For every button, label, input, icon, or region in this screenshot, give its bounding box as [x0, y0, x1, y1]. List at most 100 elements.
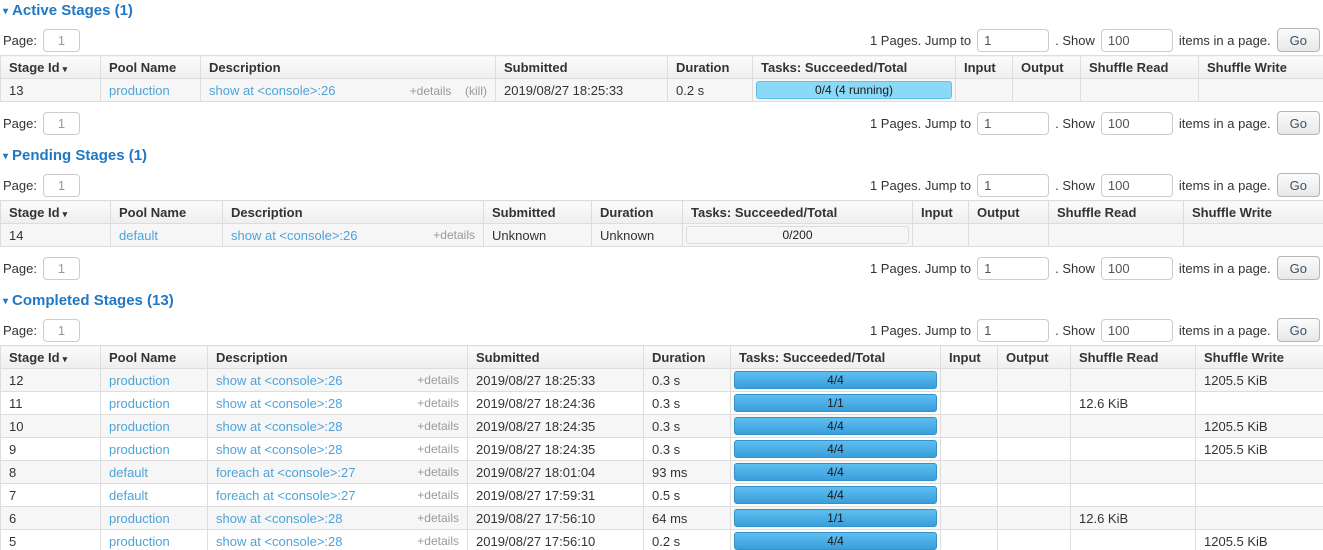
column-header-shuffle-write[interactable]: Shuffle Write: [1184, 201, 1323, 224]
pool-name-link[interactable]: production: [109, 511, 170, 526]
description-cell: show at <console>:28 +details: [208, 507, 468, 530]
stage-description-link[interactable]: show at <console>:26: [209, 83, 335, 98]
column-header-submitted[interactable]: Submitted: [468, 346, 644, 369]
jump-to-input[interactable]: [977, 29, 1049, 52]
column-header-output[interactable]: Output: [1013, 56, 1081, 79]
pages-count-text: 1 Pages. Jump to: [870, 33, 971, 48]
stage-description-link[interactable]: foreach at <console>:27: [216, 488, 356, 503]
stage-description-link[interactable]: show at <console>:28: [216, 442, 342, 457]
column-header-pool-name[interactable]: Pool Name: [101, 56, 201, 79]
column-header-description[interactable]: Description: [208, 346, 468, 369]
pool-name-link[interactable]: production: [109, 396, 170, 411]
pool-name-link[interactable]: default: [109, 465, 148, 480]
pool-name-link[interactable]: default: [109, 488, 148, 503]
page-number-input[interactable]: [43, 174, 80, 197]
column-header-description[interactable]: Description: [201, 56, 496, 79]
collapse-arrow-icon: ▾: [3, 296, 8, 307]
section-header-active-stages[interactable]: ▾Active Stages (1): [3, 3, 1323, 19]
column-header-output[interactable]: Output: [969, 201, 1049, 224]
details-toggle[interactable]: +details: [417, 534, 459, 548]
shuffle-read-cell: [1071, 461, 1196, 484]
submitted-cell: 2019/08/27 18:25:33: [496, 79, 668, 102]
stage-description-link[interactable]: show at <console>:28: [216, 396, 342, 411]
details-toggle[interactable]: +details: [417, 373, 459, 387]
pool-name-link[interactable]: production: [109, 373, 170, 388]
jump-to-input[interactable]: [977, 319, 1049, 342]
jump-to-input[interactable]: [977, 257, 1049, 280]
details-toggle[interactable]: +details: [417, 488, 459, 502]
stage-description-link[interactable]: show at <console>:28: [216, 534, 342, 549]
pool-name-link[interactable]: default: [119, 228, 158, 243]
page-number-input[interactable]: [43, 29, 80, 52]
page-number-input[interactable]: [43, 319, 80, 342]
task-progress-bar: 1/1: [734, 509, 937, 527]
go-button[interactable]: Go: [1277, 318, 1320, 342]
go-button[interactable]: Go: [1277, 173, 1320, 197]
details-toggle[interactable]: +details: [417, 511, 459, 525]
details-toggle[interactable]: +details: [410, 84, 452, 98]
column-header-submitted[interactable]: Submitted: [484, 201, 592, 224]
pagination-bar: Page: 1 Pages. Jump to . Show items in a…: [3, 318, 1320, 342]
table-row: 8 default foreach at <console>:27+detail…: [1, 461, 1323, 484]
column-header-tasks[interactable]: Tasks: Succeeded/Total: [731, 346, 941, 369]
submitted-cell: 2019/08/27 18:25:33: [468, 369, 644, 392]
jump-to-input[interactable]: [977, 174, 1049, 197]
column-header-tasks[interactable]: Tasks: Succeeded/Total: [753, 56, 956, 79]
section-header-completed-stages[interactable]: ▾Completed Stages (13): [3, 293, 1323, 309]
column-header-input[interactable]: Input: [941, 346, 998, 369]
column-header-stage-id[interactable]: Stage Id▾: [1, 346, 101, 369]
column-header-submitted[interactable]: Submitted: [496, 56, 668, 79]
column-header-shuffle-read[interactable]: Shuffle Read: [1071, 346, 1196, 369]
column-header-duration[interactable]: Duration: [592, 201, 683, 224]
column-header-shuffle-read[interactable]: Shuffle Read: [1049, 201, 1184, 224]
output-cell: [998, 461, 1071, 484]
section-header-pending-stages[interactable]: ▾Pending Stages (1): [3, 148, 1323, 164]
stage-description-link[interactable]: foreach at <console>:27: [216, 465, 356, 480]
go-button[interactable]: Go: [1277, 111, 1320, 135]
table-row: 14 default show at <console>:26 +details…: [1, 224, 1323, 247]
tasks-cell: 0/200: [683, 224, 913, 247]
column-header-stage-id[interactable]: Stage Id▾: [1, 56, 101, 79]
column-header-duration[interactable]: Duration: [668, 56, 753, 79]
show-count-input[interactable]: [1101, 319, 1173, 342]
input-cell: [913, 224, 969, 247]
go-button[interactable]: Go: [1277, 28, 1320, 52]
page-number-input[interactable]: [43, 112, 80, 135]
page-number-input[interactable]: [43, 257, 80, 280]
column-header-input[interactable]: Input: [956, 56, 1013, 79]
column-header-description[interactable]: Description: [223, 201, 484, 224]
stage-description-link[interactable]: show at <console>:28: [216, 419, 342, 434]
show-count-input[interactable]: [1101, 257, 1173, 280]
column-header-stage-id[interactable]: Stage Id▾: [1, 201, 111, 224]
pool-name-link[interactable]: production: [109, 534, 170, 549]
stage-description-link[interactable]: show at <console>:28: [216, 511, 342, 526]
tasks-cell: 4/4: [731, 530, 941, 550]
column-header-input[interactable]: Input: [913, 201, 969, 224]
shuffle-write-cell: 1205.5 KiB: [1196, 530, 1323, 550]
jump-to-input[interactable]: [977, 112, 1049, 135]
show-count-input[interactable]: [1101, 29, 1173, 52]
pool-name-link[interactable]: production: [109, 419, 170, 434]
show-count-input[interactable]: [1101, 112, 1173, 135]
stage-description-link[interactable]: show at <console>:26: [216, 373, 342, 388]
items-per-page-text: items in a page.: [1179, 323, 1271, 338]
stage-description-link[interactable]: show at <console>:26: [231, 228, 357, 243]
details-toggle[interactable]: +details: [417, 396, 459, 410]
show-count-input[interactable]: [1101, 174, 1173, 197]
go-button[interactable]: Go: [1277, 256, 1320, 280]
column-header-shuffle-write[interactable]: Shuffle Write: [1199, 56, 1323, 79]
pool-name-link[interactable]: production: [109, 83, 170, 98]
details-toggle[interactable]: +details: [417, 419, 459, 433]
column-header-output[interactable]: Output: [998, 346, 1071, 369]
column-header-shuffle-read[interactable]: Shuffle Read: [1081, 56, 1199, 79]
pool-name-link[interactable]: production: [109, 442, 170, 457]
details-toggle[interactable]: +details: [433, 228, 475, 242]
details-toggle[interactable]: +details: [417, 465, 459, 479]
column-header-pool-name[interactable]: Pool Name: [111, 201, 223, 224]
column-header-pool-name[interactable]: Pool Name: [101, 346, 208, 369]
column-header-shuffle-write[interactable]: Shuffle Write: [1196, 346, 1323, 369]
column-header-duration[interactable]: Duration: [644, 346, 731, 369]
details-toggle[interactable]: +details: [417, 442, 459, 456]
kill-link[interactable]: (kill): [465, 84, 487, 98]
column-header-tasks[interactable]: Tasks: Succeeded/Total: [683, 201, 913, 224]
